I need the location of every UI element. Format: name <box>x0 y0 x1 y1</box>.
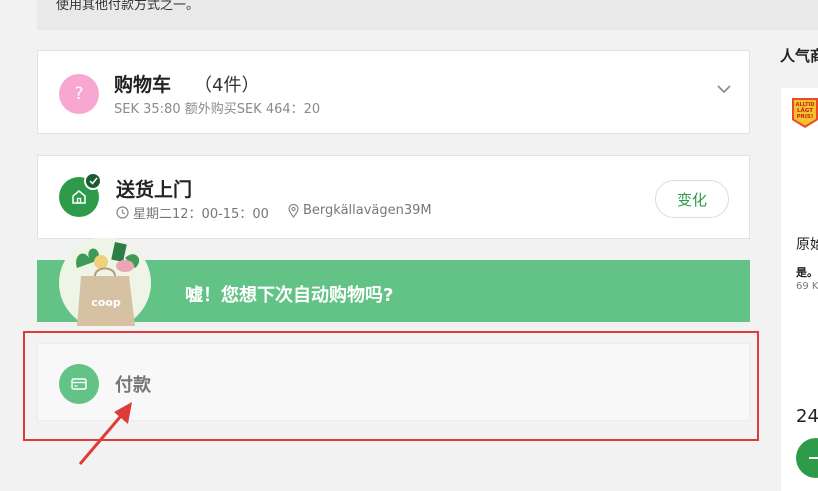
delivery-address-text: Bergkällavägen39M <box>303 203 432 218</box>
product-name: 原始 <box>796 237 818 253</box>
check-icon <box>84 172 102 190</box>
change-delivery-button[interactable]: 变化 <box>655 180 729 218</box>
delivery-time: 星期二12：00-15：00 <box>116 203 269 222</box>
banner-text: 嘘！您想下次自动购物吗? <box>185 285 394 306</box>
delivery-title: 送货上门 <box>116 179 193 201</box>
cart-section[interactable]: ? 购物车 （4件） SEK 35:80 额外购买SEK 464：20 <box>37 50 750 134</box>
clock-icon <box>116 206 129 219</box>
cart-count: （4件） <box>194 75 260 96</box>
product-price: 24 <box>796 406 818 427</box>
payment-notice: 使用其他付款方式之一。 <box>37 0 818 30</box>
payment-notice-text: 使用其他付款方式之一。 <box>56 0 200 13</box>
delivery-time-text: 星期二12：00-15：00 <box>133 207 269 222</box>
cart-subtotal: SEK 35:80 额外购买SEK 464：20 <box>114 102 321 117</box>
annotation-arrow <box>78 402 132 465</box>
chevron-down-icon[interactable] <box>717 85 731 94</box>
grocery-bag-illustration: coop <box>59 238 151 328</box>
question-icon: ? <box>59 74 99 114</box>
popular-section-title: 人气商 <box>780 47 818 65</box>
bag-logo-text: coop <box>91 296 121 309</box>
product-brand: 是。 <box>796 266 818 279</box>
badge-line-2: LÅGT <box>797 107 813 114</box>
product-size: 69 K <box>796 281 818 292</box>
badge-line-3: PRIS! <box>797 114 814 120</box>
delivery-section: 送货上门 星期二12：00-15：00 Bergkällavägen39M 变化 <box>37 155 750 239</box>
question-icon-glyph: ? <box>74 84 84 104</box>
location-pin-icon <box>288 203 299 218</box>
cart-title: 购物车 <box>114 74 172 96</box>
delivery-address: Bergkällavägen39M <box>288 203 432 218</box>
low-price-badge-icon: ALLTID LÅGT PRIS! <box>792 98 818 128</box>
